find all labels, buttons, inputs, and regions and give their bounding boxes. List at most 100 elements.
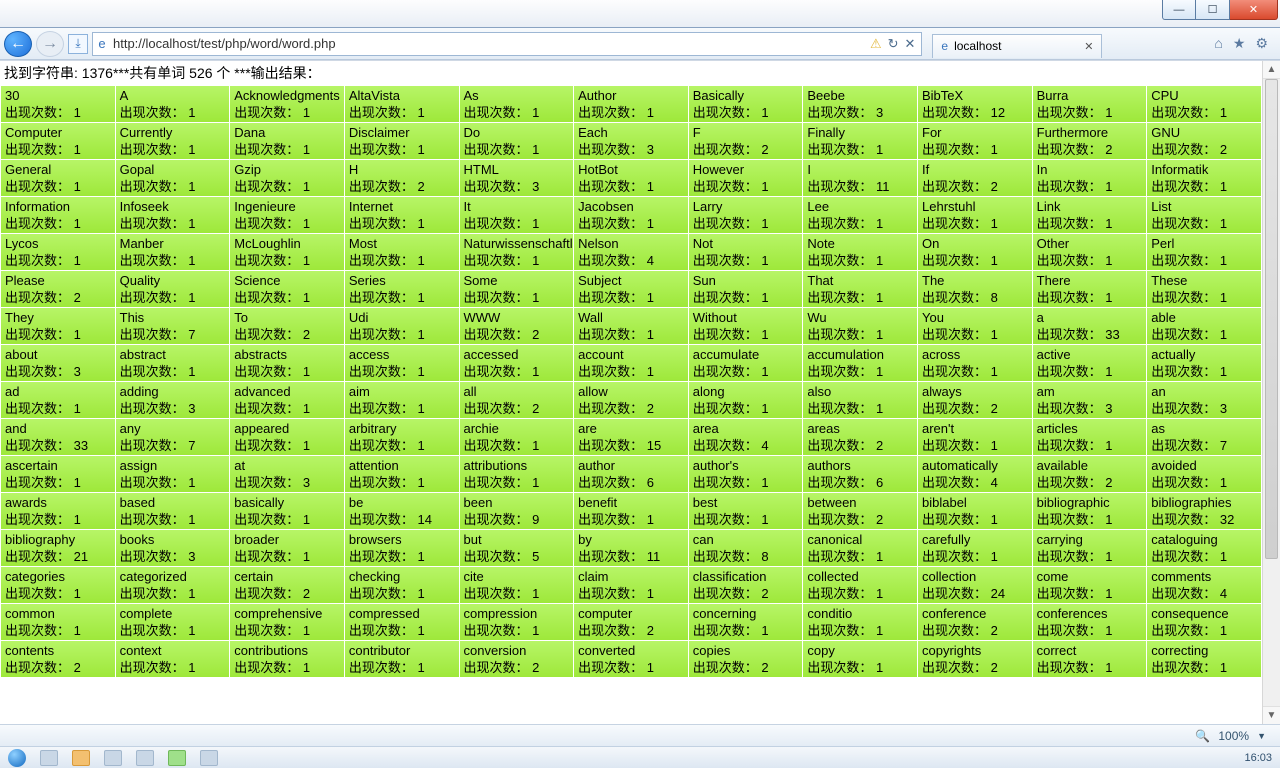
word-cell: biblabel出现次数： 1 [918,493,1032,529]
address-bar[interactable]: e http://localhost/test/php/word/word.ph… [92,32,922,56]
taskbar-app-3[interactable] [104,750,122,766]
nav-page-button[interactable]: ⤓ [68,34,88,54]
word-count: 出现次数： 1 [234,437,340,454]
word-text: am [1037,383,1143,400]
word-count: 出现次数： 1 [922,215,1028,232]
word-count: 出现次数： 1 [349,363,455,380]
word-cell: by出现次数： 11 [574,530,688,566]
word-text: browsers [349,531,455,548]
word-text: contributor [349,642,455,659]
word-count: 出现次数： 1 [349,215,455,232]
refresh-icon[interactable]: ↻ [888,36,899,52]
word-count: 出现次数： 1 [578,511,684,528]
word-count: 出现次数： 1 [693,474,799,491]
window-maximize-button[interactable]: ☐ [1196,0,1230,20]
word-text: along [693,383,799,400]
word-cell: all出现次数： 2 [460,382,574,418]
word-cell: at出现次数： 3 [230,456,344,492]
word-count: 出现次数： 1 [807,215,913,232]
word-count: 出现次数： 1 [693,104,799,121]
word-cell: along出现次数： 1 [689,382,803,418]
word-cell: cite出现次数： 1 [460,567,574,603]
word-count: 出现次数： 1 [578,659,684,676]
word-count: 出现次数： 2 [1037,141,1143,158]
word-cell: 30出现次数： 1 [1,86,115,122]
scroll-thumb[interactable] [1265,79,1278,559]
taskbar-app-4[interactable] [136,750,154,766]
word-cell: HTML出现次数： 3 [460,160,574,196]
word-text: Lycos [5,235,111,252]
nav-back-button[interactable]: ← [4,31,32,57]
window-titlebar: — ☐ ✕ [0,0,1280,28]
taskbar-app-6[interactable] [200,750,218,766]
vertical-scrollbar[interactable]: ▲ ▼ [1262,61,1280,724]
word-cell: ascertain出现次数： 1 [1,456,115,492]
word-cell: avoided出现次数： 1 [1147,456,1261,492]
word-text: Not [693,235,799,252]
word-cell: allow出现次数： 2 [574,382,688,418]
word-text: Without [693,309,799,326]
browser-tab[interactable]: e localhost ✕ [932,34,1102,58]
word-text: Basically [693,87,799,104]
word-cell: advanced出现次数： 1 [230,382,344,418]
word-count: 出现次数： 1 [120,289,226,306]
compat-view-icon[interactable]: ⚠ [870,36,882,52]
word-cell: Subject出现次数： 1 [574,271,688,307]
word-text: articles [1037,420,1143,437]
word-cell: As出现次数： 1 [460,86,574,122]
word-text: as [1151,420,1257,437]
window-close-button[interactable]: ✕ [1230,0,1278,20]
word-text: author's [693,457,799,474]
word-text: aren't [922,420,1028,437]
word-count: 出现次数： 1 [807,659,913,676]
taskbar-app-2[interactable] [72,750,90,766]
tools-gear-icon[interactable]: ⚙ [1255,35,1268,52]
word-count: 出现次数： 1 [578,289,684,306]
word-count: 出现次数： 2 [807,437,913,454]
word-count: 出现次数： 2 [693,585,799,602]
word-count: 出现次数： 1 [234,178,340,195]
word-cell: Internet出现次数： 1 [345,197,459,233]
scroll-down-arrow[interactable]: ▼ [1263,706,1280,724]
favorites-icon[interactable]: ★ [1233,35,1246,52]
word-count: 出现次数： 1 [693,326,799,343]
word-text: can [693,531,799,548]
word-cell: attributions出现次数： 1 [460,456,574,492]
taskbar-app-1[interactable] [40,750,58,766]
status-bar: 🔍 100% ▼ [0,724,1280,746]
tab-close-icon[interactable]: ✕ [1084,40,1093,53]
zoom-dropdown-icon[interactable]: ▼ [1257,731,1266,741]
word-count: 出现次数： 1 [1037,437,1143,454]
word-cell: Nelson出现次数： 4 [574,234,688,270]
scroll-up-arrow[interactable]: ▲ [1263,61,1280,79]
word-text: arbitrary [349,420,455,437]
word-count: 出现次数： 1 [807,289,913,306]
taskbar: 16:03 [0,746,1280,768]
word-count: 出现次数： 1 [120,659,226,676]
nav-forward-button[interactable]: → [36,31,64,57]
stop-icon[interactable]: ✕ [905,36,916,52]
word-text: categorized [120,568,226,585]
window-minimize-button[interactable]: — [1162,0,1196,20]
word-count: 出现次数： 1 [464,622,570,639]
word-count: 出现次数： 7 [120,437,226,454]
word-cell: been出现次数： 9 [460,493,574,529]
word-text: authors [807,457,913,474]
word-text: Larry [693,198,799,215]
start-button[interactable] [8,749,26,767]
word-cell: Series出现次数： 1 [345,271,459,307]
word-cell: Each出现次数： 3 [574,123,688,159]
home-icon[interactable]: ⌂ [1214,35,1222,52]
word-text: about [5,346,111,363]
word-cell: Without出现次数： 1 [689,308,803,344]
word-cell: General出现次数： 1 [1,160,115,196]
word-count: 出现次数： 2 [693,659,799,676]
word-count: 出现次数： 2 [922,622,1028,639]
word-text: The [922,272,1028,289]
word-count: 出现次数： 2 [234,326,340,343]
word-count: 出现次数： 4 [693,437,799,454]
zoom-icon[interactable]: 🔍 [1195,729,1210,743]
word-cell: attention出现次数： 1 [345,456,459,492]
taskbar-app-5[interactable] [168,750,186,766]
word-count: 出现次数： 2 [1037,474,1143,491]
